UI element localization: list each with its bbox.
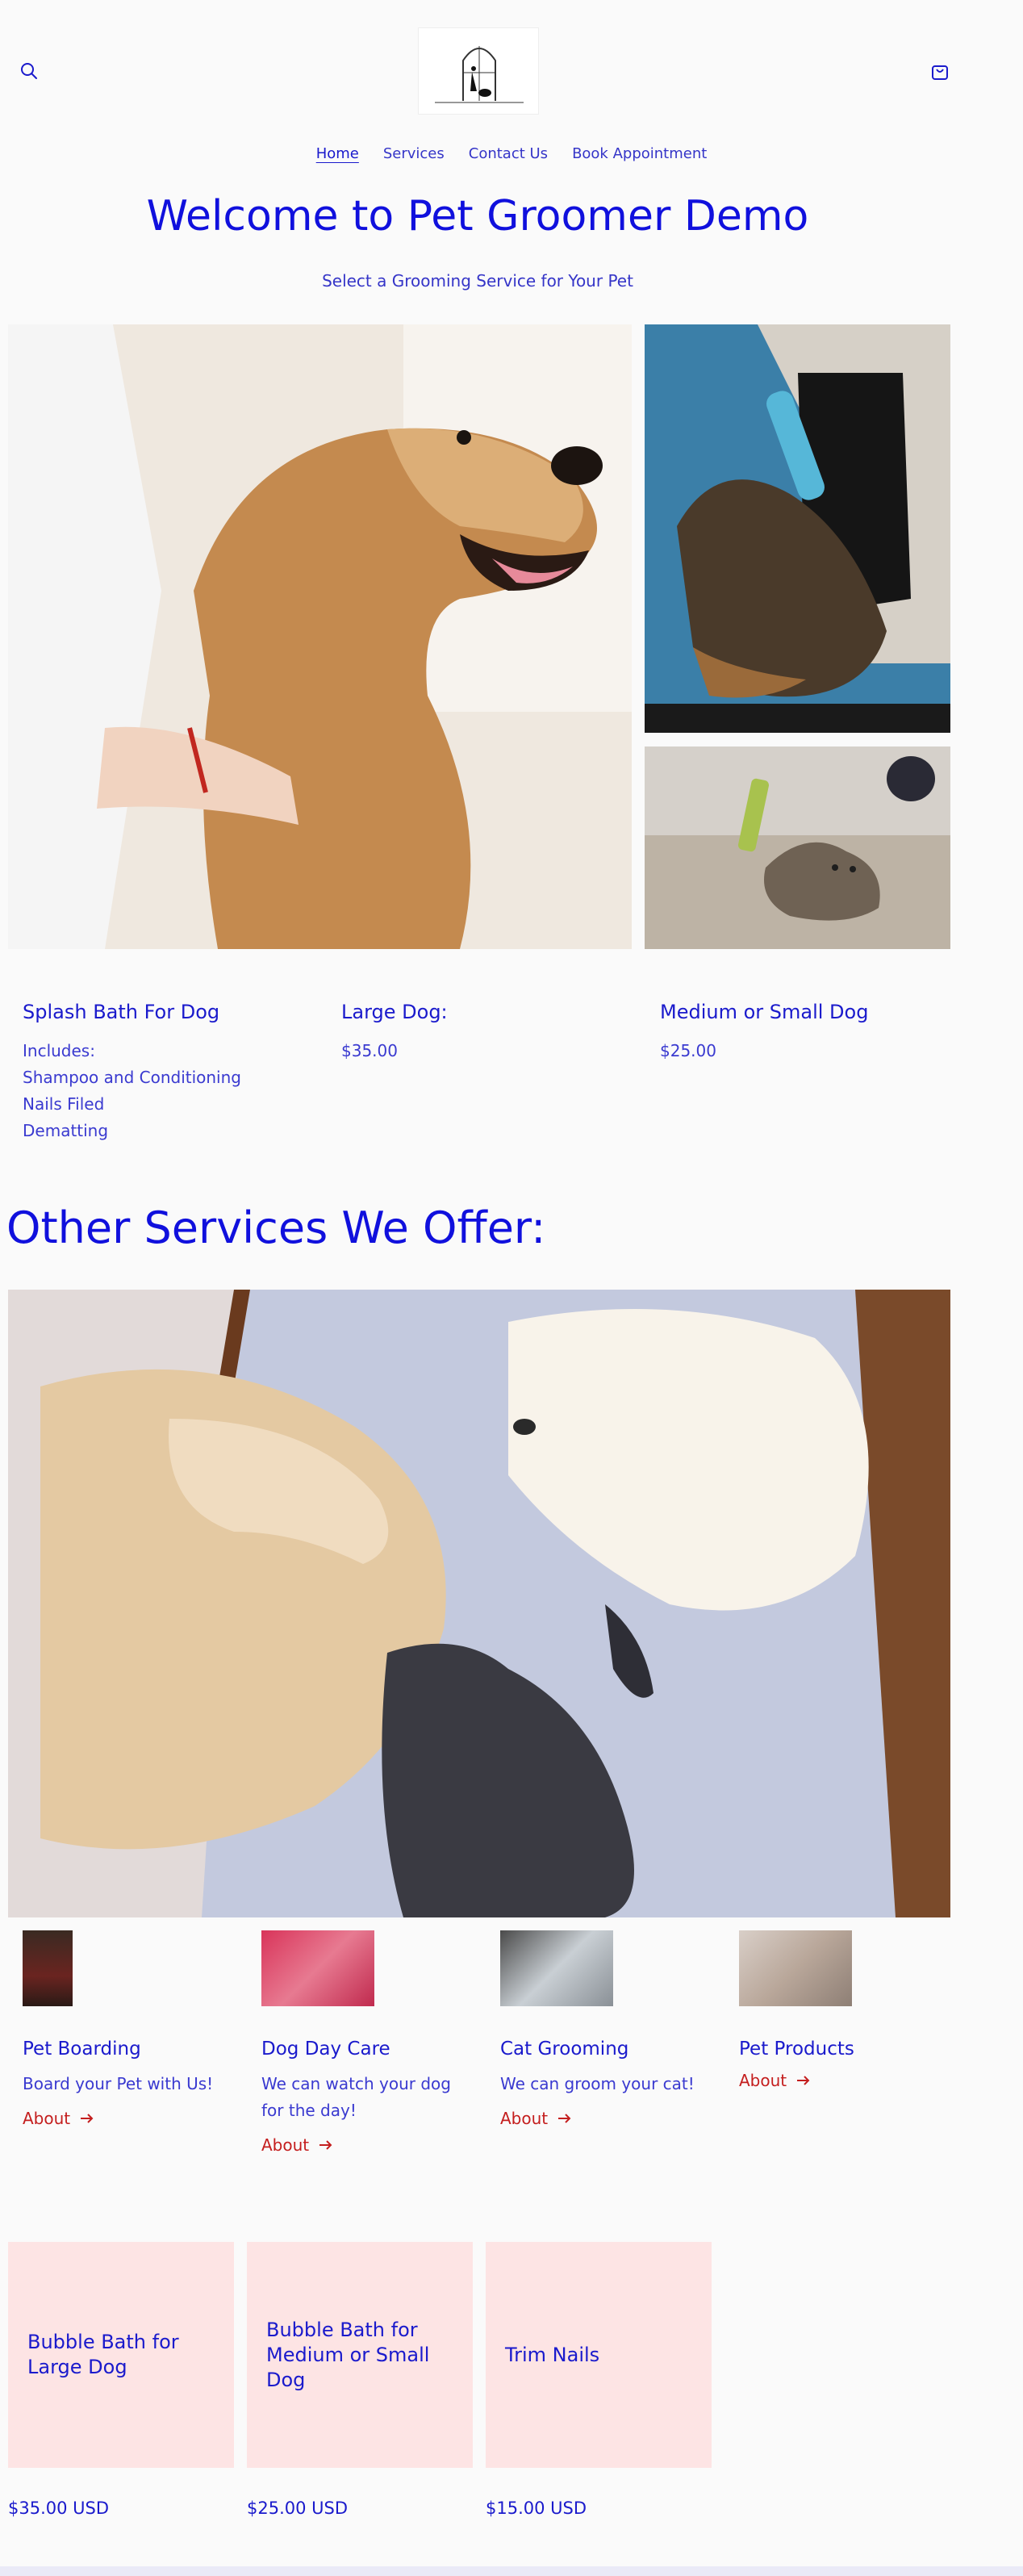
search-icon[interactable] bbox=[13, 55, 45, 87]
footer-strip bbox=[0, 2566, 1023, 2576]
product-card-name: Trim Nails bbox=[486, 2242, 712, 2468]
site-header: Home Services Contact Us Book Appointmen… bbox=[0, 0, 1023, 162]
about-link-label: About bbox=[23, 2109, 71, 2128]
about-link-label: About bbox=[261, 2135, 310, 2155]
pricing-column-splash-bath: Splash Bath For Dog Includes: Shampoo an… bbox=[23, 1001, 329, 1144]
about-link[interactable]: About bbox=[23, 2109, 94, 2128]
service-title: Dog Day Care bbox=[261, 2039, 390, 2060]
pricing-column-medium-small-dog: Medium or Small Dog $25.00 bbox=[660, 1001, 967, 1064]
golden-retriever-photo bbox=[8, 324, 632, 949]
nav-item-home[interactable]: Home bbox=[316, 144, 359, 168]
pricing-line: $35.00 bbox=[341, 1041, 398, 1060]
cart-icon[interactable] bbox=[924, 55, 956, 87]
about-link[interactable]: About bbox=[500, 2109, 572, 2128]
main-nav: Home Services Contact Us Book Appointmen… bbox=[0, 144, 1023, 168]
site-logo[interactable] bbox=[418, 27, 539, 115]
pricing-title: Medium or Small Dog bbox=[660, 1001, 869, 1023]
product-price: $35.00 USD bbox=[8, 2499, 110, 2518]
pricing-title: Large Dog: bbox=[341, 1001, 448, 1023]
about-link-label: About bbox=[739, 2071, 787, 2090]
section-title: Other Services We Offer: bbox=[6, 1202, 546, 1253]
dog-day-care-thumbnail bbox=[261, 1930, 374, 2006]
product-card-bubble-bath-large[interactable]: Bubble Bath for Large Dog $35.00 USD bbox=[8, 2242, 234, 2518]
cat-grooming-thumbnail bbox=[500, 1930, 613, 2006]
pricing-column-large-dog: Large Dog: $35.00 bbox=[341, 1001, 648, 1064]
service-description: Board your Pet with Us! bbox=[23, 2074, 214, 2093]
service-title: Pet Boarding bbox=[23, 2039, 141, 2060]
product-card-trim-nails[interactable]: Trim Nails $15.00 USD bbox=[486, 2242, 712, 2518]
product-price: $15.00 USD bbox=[486, 2499, 587, 2518]
about-link[interactable]: About bbox=[261, 2135, 333, 2155]
arrow-right-icon bbox=[81, 2114, 94, 2123]
pet-products-thumbnail bbox=[739, 1930, 852, 2006]
page-subtitle: Select a Grooming Service for Your Pet bbox=[322, 271, 633, 291]
nav-item-book-appointment[interactable]: Book Appointment bbox=[572, 144, 707, 168]
about-link[interactable]: About bbox=[739, 2071, 811, 2090]
pricing-line: Shampoo and Conditioning bbox=[23, 1068, 241, 1087]
service-card-cat-grooming: Cat Grooming We can groom your cat! Abou… bbox=[486, 1930, 712, 2128]
pet-boarding-thumbnail bbox=[23, 1930, 73, 2006]
pricing-title: Splash Bath For Dog bbox=[23, 1001, 220, 1023]
service-title: Pet Products bbox=[739, 2039, 854, 2060]
product-card-name: Bubble Bath for Medium or Small Dog bbox=[247, 2242, 473, 2468]
pricing-line: $25.00 bbox=[660, 1041, 716, 1060]
page-title: Welcome to Pet Groomer Demo bbox=[146, 192, 809, 240]
service-card-pet-boarding: Pet Boarding Board your Pet with Us! Abo… bbox=[8, 1930, 234, 2128]
pricing-line: Includes: bbox=[23, 1041, 95, 1060]
service-card-dog-day-care: Dog Day Care We can watch your dog for t… bbox=[247, 1930, 473, 2155]
service-title: Cat Grooming bbox=[500, 2039, 629, 2060]
pets-on-bed-photo bbox=[8, 1290, 950, 1917]
about-link-label: About bbox=[500, 2109, 549, 2128]
service-description: We can groom your cat! bbox=[500, 2074, 695, 2093]
product-card-name: Bubble Bath for Large Dog bbox=[8, 2242, 234, 2468]
service-card-pet-products: Pet Products About bbox=[724, 1930, 950, 2090]
product-price: $25.00 USD bbox=[247, 2499, 349, 2518]
nav-item-services[interactable]: Services bbox=[383, 144, 445, 168]
arrow-right-icon bbox=[319, 2140, 332, 2150]
service-description: We can watch your dog for the day! bbox=[261, 2074, 451, 2120]
nav-item-contact-us[interactable]: Contact Us bbox=[469, 144, 548, 168]
kitten-brushing-photo bbox=[645, 746, 950, 949]
pricing-line: Nails Filed bbox=[23, 1094, 105, 1114]
pricing-line: Dematting bbox=[23, 1121, 109, 1140]
arrow-right-icon bbox=[558, 2114, 571, 2123]
arrow-right-icon bbox=[797, 2076, 810, 2085]
product-card-bubble-bath-medium-small[interactable]: Bubble Bath for Medium or Small Dog $25.… bbox=[247, 2242, 473, 2518]
yorkie-grooming-photo bbox=[645, 324, 950, 733]
